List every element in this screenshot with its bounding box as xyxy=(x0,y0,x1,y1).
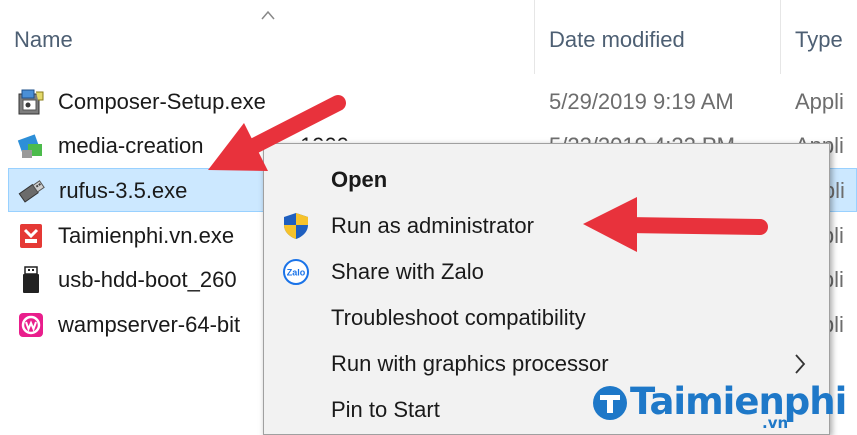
media-creation-tool-icon xyxy=(17,134,42,158)
wampserver-icon xyxy=(19,313,43,337)
menu-item-run-as-administrator[interactable]: Run as administrator xyxy=(264,202,829,248)
file-name: rufus-3.5.exe xyxy=(59,178,188,203)
menu-item-label: Run as administrator xyxy=(331,213,534,238)
file-name: Taimienphi.vn.exe xyxy=(58,223,235,248)
composer-setup-icon xyxy=(18,89,44,115)
menu-item-label: Open xyxy=(331,167,388,192)
menu-item-share-with-zalo[interactable]: Zalo Share with Zalo xyxy=(264,248,829,294)
usb-drive-icon xyxy=(18,180,45,203)
taimienphi-watermark-logo: Taimienphi .vn xyxy=(590,380,847,432)
column-header-name[interactable]: Name xyxy=(14,27,73,53)
column-header-date-modified[interactable]: Date modified xyxy=(549,27,685,53)
menu-item-label: Troubleshoot compatibility xyxy=(331,305,586,330)
file-name: Composer-Setup.exe xyxy=(58,89,266,114)
watermark-brand-text: Taimienphi xyxy=(630,380,847,423)
column-divider[interactable] xyxy=(534,0,535,74)
uac-shield-icon xyxy=(284,213,308,239)
file-type: Appli xyxy=(795,89,844,114)
menu-item-label: Run with graphics processor xyxy=(331,351,609,376)
usb-stick-icon xyxy=(23,266,39,293)
file-name: media-creation xyxy=(58,133,204,158)
column-header-type[interactable]: Type xyxy=(795,27,843,53)
taimienphi-app-icon xyxy=(20,224,42,248)
chevron-right-icon xyxy=(795,354,806,374)
menu-item-troubleshoot-compatibility[interactable]: Troubleshoot compatibility xyxy=(264,294,829,340)
file-name: usb-hdd-boot_260 xyxy=(58,267,237,292)
zalo-icon-text: Zalo xyxy=(287,268,306,278)
menu-item-label: Share with Zalo xyxy=(331,259,484,284)
menu-item-label: Pin to Start xyxy=(331,397,440,422)
file-date-modified: 5/29/2019 9:19 AM xyxy=(549,89,734,114)
sort-ascending-icon[interactable] xyxy=(260,8,276,24)
taimienphi-logo-icon xyxy=(593,386,627,420)
file-explorer-window: Name Date modified Type Composer-Setup.e… xyxy=(0,0,857,435)
column-header-bar: Name Date modified Type xyxy=(0,0,857,74)
watermark-domain-suffix: .vn xyxy=(762,414,789,432)
zalo-icon: Zalo xyxy=(283,259,309,285)
file-name: wampserver-64-bit xyxy=(58,312,241,337)
menu-item-open[interactable]: Open xyxy=(264,156,829,202)
file-row-composer-setup[interactable]: Composer-Setup.exe 5/29/2019 9:19 AM App… xyxy=(8,80,857,124)
column-divider[interactable] xyxy=(780,0,781,74)
